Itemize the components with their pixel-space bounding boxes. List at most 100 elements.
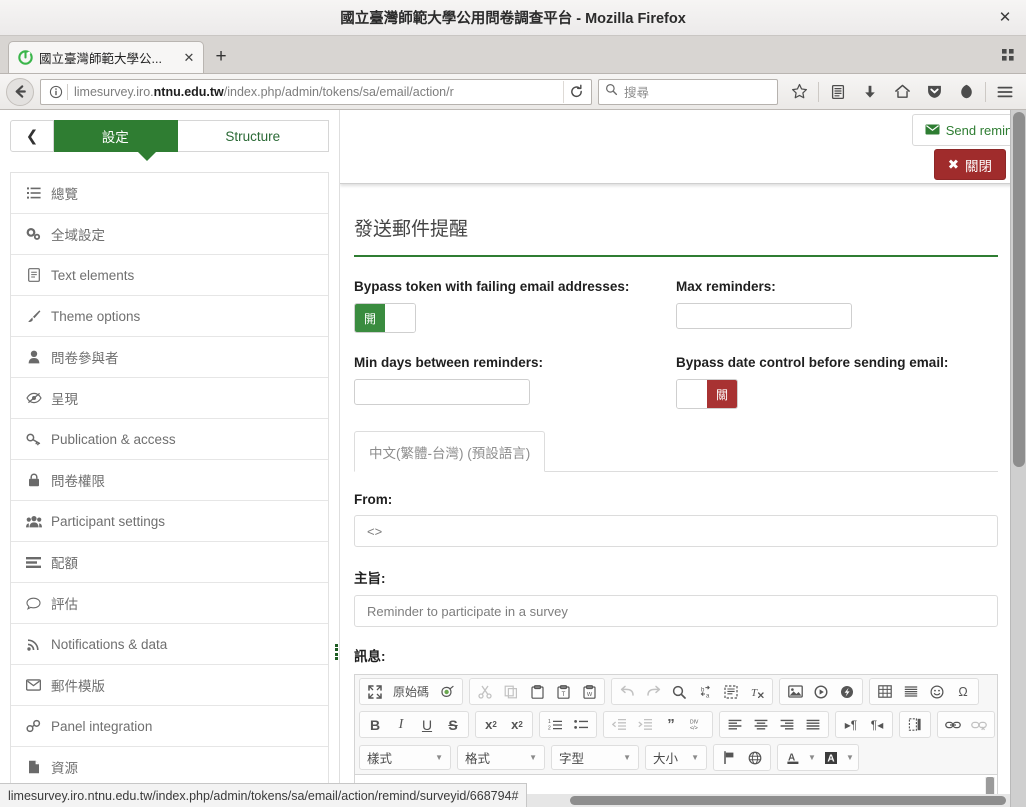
flag-icon[interactable]: [716, 746, 742, 769]
text-color-icon[interactable]: A: [780, 746, 806, 769]
flash-icon[interactable]: [834, 680, 860, 703]
hamburger-menu-icon[interactable]: [990, 78, 1020, 106]
align-center-icon[interactable]: [748, 713, 774, 736]
max-reminders-input[interactable]: [676, 303, 852, 329]
text-direction-ltr-icon[interactable]: ▸¶: [838, 713, 864, 736]
sidebar-item-publication-access[interactable]: Publication & access: [11, 419, 328, 460]
redo-icon[interactable]: [640, 680, 666, 703]
horizontal-scroll-thumb[interactable]: [570, 796, 1006, 805]
back-button-icon[interactable]: [6, 77, 34, 106]
select-all-icon[interactable]: [718, 680, 744, 703]
smiley-icon[interactable]: [924, 680, 950, 703]
maximize-icon[interactable]: [362, 680, 388, 703]
sidebar-item-survey-permissions[interactable]: 問卷權限: [11, 460, 328, 501]
reload-icon[interactable]: [563, 80, 589, 103]
div-container-icon[interactable]: DIV </>: [684, 713, 710, 736]
from-input[interactable]: <>: [354, 515, 998, 547]
bypass-date-toggle[interactable]: 關: [676, 379, 738, 409]
copy-icon[interactable]: [498, 680, 524, 703]
globe-icon[interactable]: [742, 746, 768, 769]
subject-input[interactable]: Reminder to participate in a survey: [354, 595, 998, 627]
bookmark-star-icon[interactable]: [784, 78, 814, 106]
search-bar[interactable]: 搜尋: [598, 78, 778, 105]
sidebar-item-resources[interactable]: 資源: [11, 747, 328, 788]
sidebar-collapse-icon[interactable]: ❮: [10, 120, 54, 152]
numbered-list-icon[interactable]: 12: [542, 713, 568, 736]
indent-icon[interactable]: [632, 713, 658, 736]
link-icon[interactable]: [940, 713, 966, 736]
align-left-icon[interactable]: [722, 713, 748, 736]
undo-icon[interactable]: [614, 680, 640, 703]
library-icon[interactable]: [823, 78, 853, 106]
close-button[interactable]: ✖ 關閉: [933, 149, 1006, 180]
sidebar-resize-handle[interactable]: [332, 630, 340, 674]
sidebar-item-presentation[interactable]: 呈現: [11, 378, 328, 419]
replace-icon[interactable]: ba: [692, 680, 718, 703]
strikethrough-icon[interactable]: S: [440, 713, 466, 736]
sidebar-item-theme-options[interactable]: Theme options: [11, 296, 328, 337]
image-icon[interactable]: [782, 680, 808, 703]
paste-icon[interactable]: [524, 680, 550, 703]
text-direction-rtl-icon[interactable]: ¶◂: [864, 713, 890, 736]
downloads-icon[interactable]: [855, 78, 885, 106]
sidebar-item-assessments[interactable]: 評估: [11, 583, 328, 624]
sidebar-item-notifications-data[interactable]: Notifications & data: [11, 624, 328, 665]
blockquote-icon[interactable]: ”: [658, 713, 684, 736]
horizontal-rule-icon[interactable]: [898, 680, 924, 703]
page-break-icon[interactable]: [902, 713, 928, 736]
pocket-shield-icon[interactable]: [919, 78, 949, 106]
size-select[interactable]: 大小 ▼: [645, 745, 707, 770]
paste-as-text-icon[interactable]: T: [550, 680, 576, 703]
limesurvey-placeholder-icon[interactable]: [434, 680, 460, 703]
home-icon[interactable]: [887, 78, 917, 106]
new-tab-button[interactable]: +: [206, 42, 236, 72]
font-select[interactable]: 字型 ▼: [551, 745, 639, 770]
send-reminder-button[interactable]: Send reminder: [911, 114, 1026, 146]
background-color-icon[interactable]: A: [818, 746, 844, 769]
background-color-chevron-icon[interactable]: ▼: [844, 746, 856, 769]
align-right-icon[interactable]: [774, 713, 800, 736]
site-info-icon[interactable]: [47, 85, 65, 99]
sidebar-item-participants[interactable]: 問卷參與者: [11, 337, 328, 378]
special-character-icon[interactable]: Ω: [950, 680, 976, 703]
table-icon[interactable]: [872, 680, 898, 703]
remove-format-icon[interactable]: T: [744, 680, 770, 703]
subscript-icon[interactable]: x2: [478, 713, 504, 736]
format-select[interactable]: 格式 ▼: [457, 745, 545, 770]
sidebar-item-participant-settings[interactable]: Participant settings: [11, 501, 328, 542]
source-button[interactable]: 原始碼: [388, 680, 434, 703]
superscript-icon[interactable]: x2: [504, 713, 530, 736]
page-vertical-scrollbar[interactable]: [1010, 110, 1026, 807]
browser-tab[interactable]: 國立臺灣師範大學公... ✕: [8, 41, 204, 73]
styles-select[interactable]: 樣式 ▼: [359, 745, 451, 770]
italic-icon[interactable]: I: [388, 713, 414, 736]
find-icon[interactable]: [666, 680, 692, 703]
sidebar-item-text-elements[interactable]: Text elements: [11, 255, 328, 296]
address-bar[interactable]: limesurvey.iro.ntnu.edu.tw/index.php/adm…: [40, 78, 592, 105]
unlink-icon[interactable]: [966, 713, 992, 736]
bulleted-list-icon[interactable]: [568, 713, 594, 736]
cut-icon[interactable]: [472, 680, 498, 703]
min-days-input[interactable]: [354, 379, 530, 405]
media-icon[interactable]: [808, 680, 834, 703]
sidebar-tab-settings[interactable]: 設定: [54, 120, 178, 152]
tab-close-icon[interactable]: ✕: [181, 51, 197, 64]
bypass-token-toggle[interactable]: 開: [354, 303, 416, 333]
text-color-chevron-icon[interactable]: ▼: [806, 746, 818, 769]
sidebar-item-overview[interactable]: 總覽: [11, 173, 328, 214]
window-close-icon[interactable]: ✕: [996, 9, 1014, 27]
bold-icon[interactable]: B: [362, 713, 388, 736]
underline-icon[interactable]: U: [414, 713, 440, 736]
sidebar-tab-structure[interactable]: Structure: [177, 120, 329, 152]
language-tab-zh-tw[interactable]: 中文(繁體-台灣) (預設語言): [354, 431, 546, 472]
paste-from-word-icon[interactable]: W: [576, 680, 602, 703]
grid-view-icon[interactable]: [998, 45, 1018, 65]
sidebar-item-global-settings[interactable]: 全域設定: [11, 214, 328, 255]
sidebar-item-email-templates[interactable]: 郵件模版: [11, 665, 328, 706]
justify-icon[interactable]: [800, 713, 826, 736]
vertical-scroll-thumb[interactable]: [1013, 112, 1025, 467]
sync-icon[interactable]: [951, 78, 981, 106]
sidebar-item-panel-integration[interactable]: Panel integration: [11, 706, 328, 747]
sidebar-item-quotas[interactable]: 配額: [11, 542, 328, 583]
outdent-icon[interactable]: [606, 713, 632, 736]
